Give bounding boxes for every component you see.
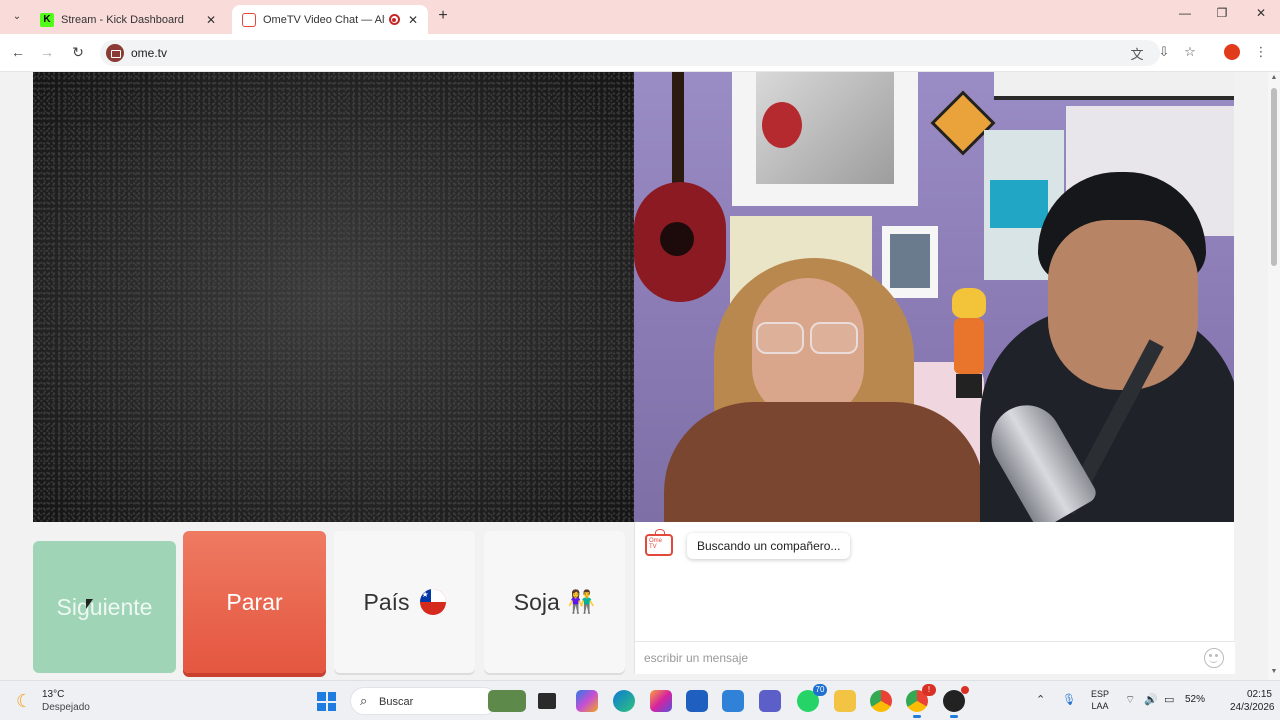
weather-temperature: 13°C xyxy=(42,689,65,700)
address-bar[interactable]: ome.tv xyxy=(100,40,1160,66)
country-button-label: País xyxy=(363,588,410,615)
instagram-icon[interactable] xyxy=(650,690,672,712)
browser-menu-icon[interactable]: ⋮ xyxy=(1252,44,1270,60)
tab-title: Stream - Kick Dashboard xyxy=(61,13,184,26)
forward-icon[interactable]: → xyxy=(38,44,56,60)
active-app-indicator xyxy=(950,715,958,718)
reload-icon[interactable]: ↻ xyxy=(69,44,87,61)
scrollbar-thumb[interactable] xyxy=(1271,88,1277,266)
browser-toolbar: ← → ↻ ome.tv 文 ⇩ ☆ ⋮ xyxy=(0,34,1280,72)
chat-status-message: Buscando un compañero... xyxy=(687,533,851,559)
language-indicator[interactable]: ESP LAA xyxy=(1091,688,1109,712)
search-highlight-image[interactable] xyxy=(488,690,526,712)
gender-button-label: Soja xyxy=(513,588,560,615)
chile-flag-icon: ★ xyxy=(419,589,446,615)
notification-badge: 70 xyxy=(813,684,827,696)
translate-icon[interactable]: 文 xyxy=(1128,44,1146,63)
search-label: Buscar xyxy=(379,696,414,708)
couple-icon: 👫 xyxy=(567,589,596,614)
close-icon[interactable]: ✕ xyxy=(408,13,418,27)
browser-tabstrip: ⌄ K Stream - Kick Dashboard ✕ OmeTV Vide… xyxy=(0,0,1280,34)
scroll-down-icon[interactable]: ▼ xyxy=(1269,668,1279,675)
obs-icon[interactable] xyxy=(943,686,969,712)
remote-video-feed xyxy=(634,72,1234,522)
battery-icon[interactable]: ▭ xyxy=(1164,693,1174,706)
chrome-icon[interactable] xyxy=(870,690,892,712)
ometv-page: Siguiente Parar País ★ Soja 👫 Ome TV Bus… xyxy=(0,72,1280,680)
taskbar-search[interactable]: ⌕ Buscar xyxy=(350,687,498,715)
tab-kick-dashboard[interactable]: K Stream - Kick Dashboard ✕ xyxy=(30,5,226,34)
active-app-indicator xyxy=(913,715,921,718)
wifi-icon[interactable]: ⌔ xyxy=(1125,693,1135,707)
chat-logo-text: Ome TV xyxy=(649,538,663,550)
site-info-icon[interactable] xyxy=(106,44,124,62)
plush-doll xyxy=(946,288,990,398)
url-text: ome.tv xyxy=(131,46,168,60)
country-filter-button[interactable]: País ★ xyxy=(334,531,475,673)
copilot-icon[interactable] xyxy=(576,690,598,712)
volume-icon[interactable]: 🔊 xyxy=(1144,693,1158,706)
weather-moon-icon[interactable]: ☾ xyxy=(16,691,32,712)
stop-button-label: Parar xyxy=(226,588,283,615)
minimize-icon[interactable]: — xyxy=(1170,6,1200,20)
search-icon: ⌕ xyxy=(360,693,368,708)
file-explorer-icon[interactable] xyxy=(834,690,856,712)
next-button[interactable]: Siguiente xyxy=(33,541,176,673)
close-icon[interactable]: ✕ xyxy=(206,13,216,27)
chat-panel: Ome TV Buscando un compañero... xyxy=(634,522,1235,674)
install-app-icon[interactable]: ⇩ xyxy=(1155,44,1173,60)
guitar xyxy=(672,72,684,192)
kick-icon: K xyxy=(40,12,54,27)
edge-icon[interactable] xyxy=(613,690,635,712)
profile-avatar[interactable] xyxy=(1224,44,1240,60)
scroll-up-icon[interactable]: ▲ xyxy=(1269,74,1279,81)
stop-button[interactable]: Parar xyxy=(183,531,326,673)
ometv-icon xyxy=(242,12,256,27)
chat-input-row xyxy=(635,641,1235,674)
bookmark-star-icon[interactable]: ☆ xyxy=(1181,44,1199,60)
microphone-icon[interactable]: 🎙 xyxy=(1062,693,1076,706)
recording-dot xyxy=(961,686,969,694)
tab-title: OmeTV Video Chat — Alte xyxy=(263,13,385,26)
mouse-cursor xyxy=(86,599,94,611)
gender-filter-button[interactable]: Soja 👫 xyxy=(484,531,625,673)
self-video-feed xyxy=(33,72,634,522)
tray-overflow-icon[interactable]: ⌃ xyxy=(1036,693,1045,706)
weather-condition: Despejado xyxy=(42,702,90,713)
terminal-icon[interactable] xyxy=(538,693,556,709)
restore-icon[interactable]: ❐ xyxy=(1207,6,1237,20)
battery-percentage: 52% xyxy=(1185,694,1206,705)
notification-badge: ! xyxy=(922,684,936,696)
emoji-icon[interactable] xyxy=(1204,648,1224,668)
ometv-logo-icon: Ome TV xyxy=(645,529,673,556)
tab-ometv[interactable]: OmeTV Video Chat — Alte ✕ xyxy=(232,5,428,34)
tab-search-menu-button[interactable]: ⌄ xyxy=(6,7,28,27)
next-button-label: Siguiente xyxy=(56,593,153,620)
system-clock[interactable]: 02:15 24/3/2026 xyxy=(1230,688,1275,714)
chat-message-input[interactable] xyxy=(644,648,1184,668)
microsoft-store-icon[interactable] xyxy=(686,690,708,712)
windows-start-icon[interactable] xyxy=(317,692,336,711)
whatsapp-icon[interactable]: 70 xyxy=(797,684,827,712)
new-tab-button[interactable]: + xyxy=(434,7,452,25)
window-close-icon[interactable]: ✕ xyxy=(1246,6,1276,20)
page-scrollbar[interactable]: ▲ ▼ xyxy=(1268,72,1280,680)
back-icon[interactable]: ← xyxy=(9,44,27,60)
outlook-icon[interactable] xyxy=(722,690,744,712)
video-static-noise xyxy=(33,72,634,522)
windows-taskbar: ☾ 13°C Despejado ⌕ Buscar 70 ! ⌃ 🎙 ESP L… xyxy=(0,680,1280,720)
teams-icon[interactable] xyxy=(759,690,781,712)
recording-indicator-icon xyxy=(388,14,400,25)
chrome-active-icon[interactable]: ! xyxy=(906,684,936,712)
wall-picture-frame xyxy=(732,72,918,206)
